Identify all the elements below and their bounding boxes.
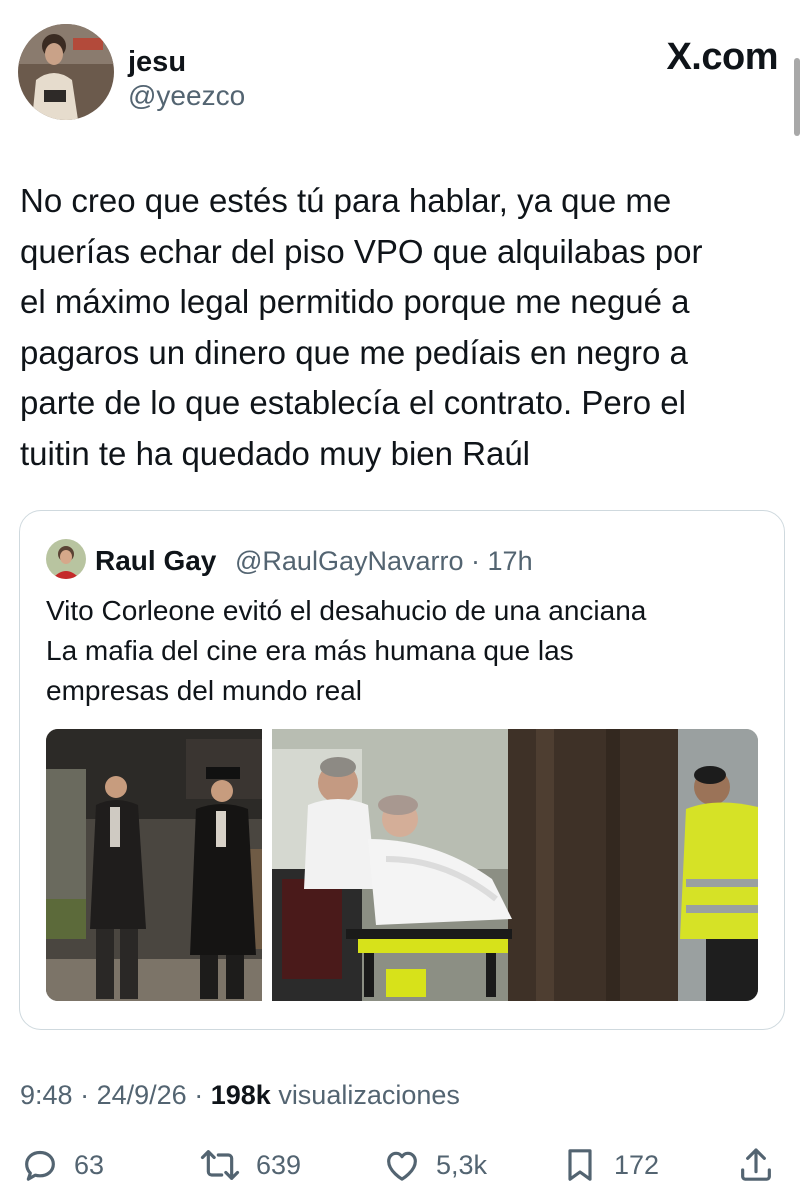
reply-count: 63: [74, 1149, 105, 1180]
tweet-line: No creo que estés tú para hablar, ya que…: [20, 182, 672, 219]
view-count: 198k: [210, 1080, 271, 1110]
quoted-time[interactable]: 17h: [488, 546, 533, 576]
repost-icon: [198, 1145, 242, 1185]
meta-separator: ·: [194, 1080, 204, 1110]
tweet-line: parte de lo que establecía el contrato. …: [20, 384, 686, 421]
media-image-eviction[interactable]: [272, 729, 758, 1001]
quoted-separator: ·: [471, 546, 481, 576]
bookmark-icon: [560, 1145, 600, 1185]
heart-icon: [382, 1145, 422, 1185]
tweet-meta: 9:48 · 24/9/26 · 198k visualizaciones: [20, 1080, 460, 1111]
quoted-media[interactable]: [46, 729, 758, 1001]
quoted-line: empresas del mundo real: [46, 675, 362, 706]
share-button[interactable]: [736, 1140, 776, 1190]
bookmark-button[interactable]: 172: [560, 1140, 659, 1190]
share-icon: [736, 1145, 776, 1185]
tweet-date[interactable]: 24/9/26: [97, 1080, 187, 1110]
author-handle[interactable]: @yeezco: [128, 80, 245, 112]
tweet-time[interactable]: 9:48: [20, 1080, 73, 1110]
meta-separator: ·: [80, 1080, 90, 1110]
x-logo: X.com: [666, 36, 778, 78]
media-image-godfather[interactable]: [46, 729, 262, 1001]
quoted-avatar[interactable]: [46, 539, 86, 579]
quoted-meta: @RaulGayNavarro · 17h: [235, 546, 533, 577]
tweet-line: pagaros un dinero que me pedíais en negr…: [20, 333, 688, 371]
scrollbar[interactable]: [794, 58, 800, 136]
quoted-line: La mafia del cine era más humana que las: [46, 635, 574, 666]
tweet-text: No creo que estés tú para hablar, ya que…: [20, 176, 780, 479]
tweet-line: querías echar del piso VPO que alquilaba…: [20, 232, 703, 270]
repost-button[interactable]: 639: [198, 1140, 301, 1190]
repost-count: 639: [256, 1149, 302, 1180]
tweet-line: el máximo legal permitido porque me negu…: [20, 283, 690, 320]
avatar[interactable]: [18, 24, 114, 120]
reply-button[interactable]: 63: [20, 1140, 104, 1190]
action-bar: 63 639 5,3k 172: [20, 1140, 780, 1190]
bookmark-count: 172: [614, 1149, 660, 1180]
quoted-author-name[interactable]: Raul Gay: [95, 545, 216, 577]
quoted-tweet[interactable]: Raul Gay @RaulGayNavarro · 17h Vito Corl…: [19, 510, 785, 1030]
quoted-author-handle[interactable]: @RaulGayNavarro: [235, 546, 464, 576]
tweet-header: jesu @yeezco X.com: [18, 24, 778, 124]
author-name[interactable]: jesu: [128, 46, 186, 79]
quoted-line: Vito Corleone evitó el desahucio de una …: [46, 595, 647, 626]
quoted-text: Vito Corleone evitó el desahucio de una …: [46, 591, 766, 711]
reply-icon: [20, 1145, 60, 1185]
like-button[interactable]: 5,3k: [382, 1140, 487, 1190]
tweet-line: tuitin te ha quedado muy bien Raúl: [20, 434, 531, 472]
like-count: 5,3k: [436, 1149, 488, 1180]
view-label: visualizaciones: [278, 1080, 460, 1110]
